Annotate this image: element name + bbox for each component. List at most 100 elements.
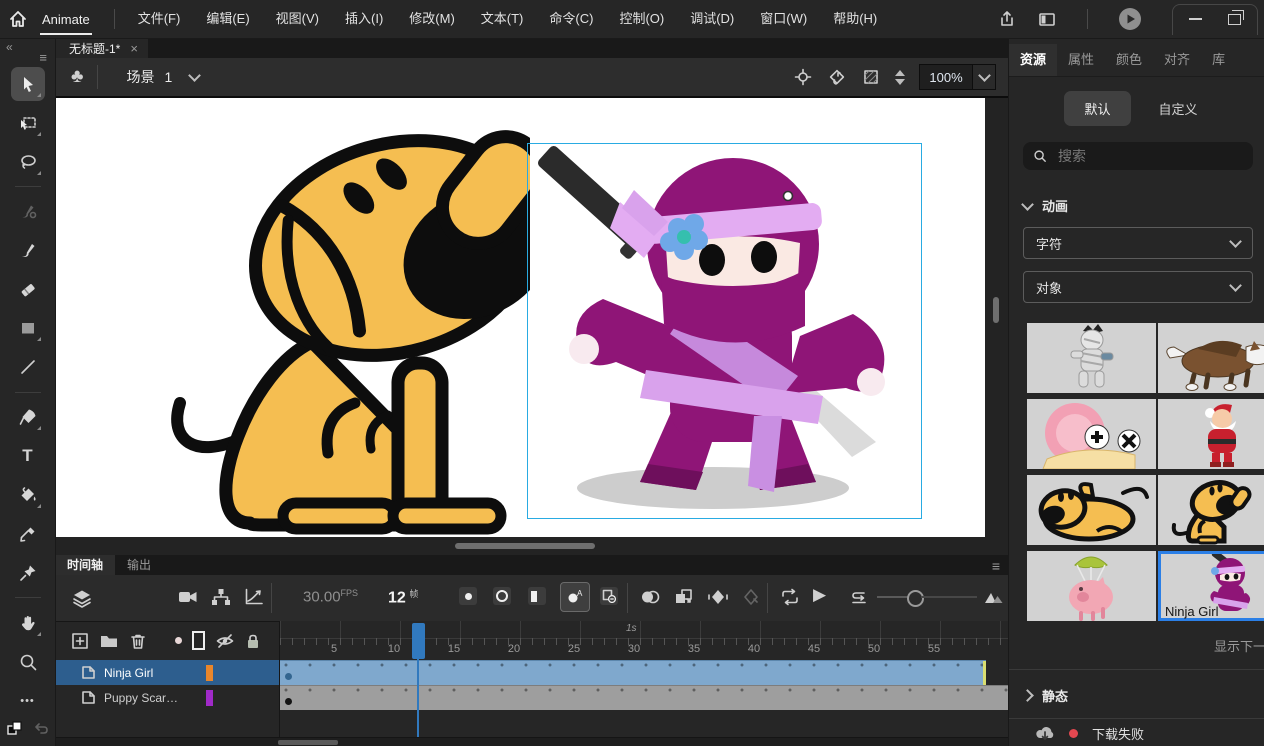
tab-color[interactable]: 颜色 (1105, 44, 1153, 76)
app-title[interactable]: Animate (40, 4, 92, 35)
layer-row-puppy[interactable]: Puppy Scar… (55, 685, 279, 710)
zoom-stepper[interactable] (895, 70, 905, 85)
timeline-zoom-slider-knob[interactable] (907, 590, 924, 607)
stage-selection-box[interactable] (527, 143, 922, 519)
collapse-panel-icon[interactable]: « (6, 40, 13, 54)
outline-view-icon[interactable] (192, 631, 205, 650)
auto-keyframe-toggle[interactable]: A (560, 582, 590, 612)
classic-brush-tool[interactable] (11, 233, 45, 267)
menu-control[interactable]: 控制(O) (606, 0, 677, 38)
layer-color-swatch[interactable] (206, 665, 213, 681)
new-layer-icon[interactable] (71, 632, 89, 650)
canvas-horizontal-scrollbar[interactable] (55, 537, 1008, 555)
menu-window[interactable]: 窗口(W) (747, 0, 820, 38)
timeline-panel-menu-icon[interactable]: ≡ (992, 558, 1000, 574)
zoom-tool[interactable] (11, 645, 45, 679)
show-hide-layers-eye-icon[interactable] (215, 632, 235, 650)
create-tween-icon[interactable] (707, 587, 729, 607)
play-button[interactable]: ▶ (813, 585, 826, 605)
cloud-download-icon[interactable] (1035, 725, 1055, 741)
section-static[interactable]: 静态 (1023, 686, 1264, 705)
paint-bucket-tool[interactable] (11, 478, 45, 512)
menu-modify[interactable]: 修改(M) (396, 0, 468, 38)
insert-frame-button[interactable] (528, 587, 546, 605)
tab-library[interactable]: 库 (1201, 44, 1236, 76)
insert-blank-keyframe-button[interactable] (493, 587, 511, 605)
highlight-layer-icon[interactable] (175, 637, 182, 644)
hand-tool[interactable] (11, 606, 45, 640)
menu-file[interactable]: 文件(F) (125, 0, 194, 38)
minimize-button[interactable] (1189, 18, 1202, 20)
fluid-brush-tool[interactable] (11, 194, 45, 228)
asset-thumb-puppy-lying[interactable] (1027, 475, 1156, 545)
keyframe-dot[interactable] (285, 673, 292, 680)
restore-button[interactable] (1228, 14, 1241, 25)
show-next-link[interactable]: 显示下一个 (1214, 636, 1264, 655)
document-tab[interactable]: 无标题-1* × (55, 38, 148, 58)
section-animated[interactable]: 动画 (1023, 196, 1264, 215)
asset-warp-pin-tool[interactable] (11, 556, 45, 590)
asset-thumb-pig-parachute[interactable] (1027, 551, 1156, 621)
insert-keyframe-button[interactable] (459, 587, 477, 605)
frame-rate[interactable]: 30.00FPS (303, 588, 358, 605)
asset-thumb-santa[interactable] (1158, 399, 1264, 469)
toolbar-menu-icon[interactable]: ≡ (39, 50, 47, 65)
character-filter-dropdown[interactable]: 字符 (1023, 227, 1253, 259)
tween-options-icon[interactable] (740, 587, 762, 607)
camera-icon[interactable] (177, 587, 199, 607)
asset-search-box[interactable] (1023, 142, 1253, 170)
asset-thumb-wolf[interactable] (1158, 323, 1264, 393)
search-input[interactable] (1056, 147, 1243, 165)
subselection-tool[interactable] (11, 106, 45, 140)
more-tools-button[interactable]: ••• (11, 684, 45, 718)
stage-canvas[interactable] (55, 96, 985, 537)
layer-row-ninja-girl[interactable]: Ninja Girl (55, 660, 279, 685)
playhead-marker[interactable] (412, 623, 425, 659)
layer-stack-icon[interactable] (71, 587, 93, 609)
timeline-horizontal-scrollbar[interactable] (55, 737, 1008, 746)
clip-content-icon[interactable] (861, 67, 881, 87)
default-assets-button[interactable]: 默认 (1064, 91, 1130, 126)
resize-timeline-view-icon[interactable] (983, 587, 1005, 607)
asset-thumb-snail[interactable] (1027, 399, 1156, 469)
onion-skin-icon[interactable] (639, 587, 661, 607)
quick-share-play-icon[interactable] (1118, 7, 1142, 31)
tab-properties[interactable]: 属性 (1057, 44, 1105, 76)
close-tab-icon[interactable]: × (130, 41, 138, 56)
frame-span-ninja-girl[interactable] (280, 660, 986, 685)
current-frame[interactable]: 12 帧 (388, 587, 418, 607)
workspace-icon[interactable] (1037, 9, 1057, 29)
scene-dropdown-chevron-icon[interactable] (188, 69, 201, 82)
loop-icon[interactable] (779, 587, 801, 607)
puppy-drawing[interactable] (150, 118, 530, 536)
edit-multiple-frames-icon[interactable] (673, 587, 695, 607)
new-folder-icon[interactable] (99, 632, 119, 650)
frame-span-puppy[interactable] (280, 685, 1009, 710)
menu-text[interactable]: 文本(T) (468, 0, 537, 38)
menu-commands[interactable]: 命令(C) (536, 0, 606, 38)
timeline-zoom-slider-track[interactable] (921, 596, 977, 598)
zoom-level-value[interactable]: 100% (919, 64, 973, 90)
ninja-girl-drawing[interactable] (528, 144, 919, 516)
lock-layers-icon[interactable] (245, 632, 261, 650)
asset-thumb-ninja-girl[interactable]: Ninja Girl (1158, 551, 1264, 621)
menu-view[interactable]: 视图(V) (263, 0, 332, 38)
graph-editor-icon[interactable] (243, 587, 265, 607)
lasso-tool[interactable] (11, 145, 45, 179)
timeline-frames-area[interactable]: 1s 5 10 15 20 25 30 35 40 45 50 55 (279, 621, 1009, 737)
text-tool[interactable]: T (11, 439, 45, 473)
transformation-point[interactable] (784, 192, 793, 201)
eraser-tool[interactable] (11, 272, 45, 306)
layer-color-swatch[interactable] (206, 690, 213, 706)
asset-thumb-puppy-sitting[interactable] (1158, 475, 1264, 545)
loop-playback-range-icon[interactable] (848, 587, 870, 607)
menu-insert[interactable]: 插入(I) (332, 0, 396, 38)
home-button[interactable] (0, 9, 36, 29)
line-tool[interactable] (11, 350, 45, 384)
asset-thumb-mummy[interactable] (1027, 323, 1156, 393)
pen-tool[interactable] (11, 400, 45, 434)
canvas-vertical-scrollbar-handle[interactable] (993, 297, 999, 323)
center-stage-icon[interactable] (793, 67, 813, 87)
edit-symbols-icon[interactable]: ♣ (71, 66, 83, 88)
custom-assets-button[interactable]: 自定义 (1147, 91, 1210, 126)
